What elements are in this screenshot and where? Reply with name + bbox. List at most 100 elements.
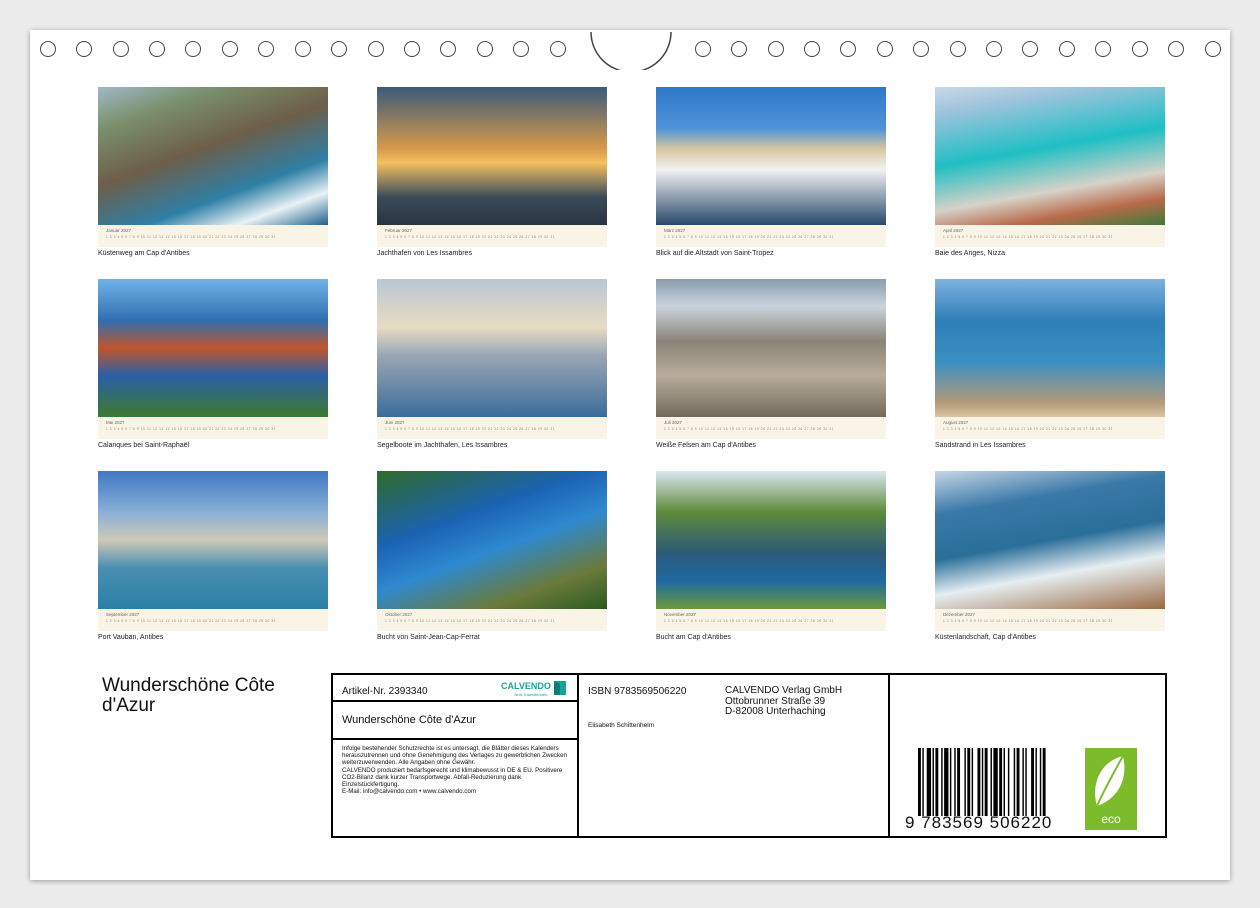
month-tile: Mai 2027 1 2 3 4 5 6 7 8 9 10 11 12 13 14… <box>98 279 328 449</box>
month-caption: Baie des Anges, Nizza <box>935 250 1006 257</box>
binding-ring <box>1132 41 1148 57</box>
binding-ring <box>1095 41 1111 57</box>
month-tile: Oktober 2027 1 2 3 4 5 6 7 8 9 10 11 12 1… <box>377 471 607 641</box>
binding-ring <box>840 41 856 57</box>
binding-ring <box>331 41 347 57</box>
month-days: 1 2 3 4 5 6 7 8 9 10 11 12 13 14 15 16 1… <box>385 427 556 431</box>
month-calendar-strip: April 2027 1 2 3 4 5 6 7 8 9 10 11 12 13 … <box>935 225 1165 247</box>
month-caption: Bucht am Cap d'Antibes <box>656 634 731 641</box>
product-title: Wunderschöne Côte d'Azur <box>342 714 476 726</box>
month-photo <box>935 279 1165 417</box>
month-days: 1 2 3 4 5 6 7 8 9 10 11 12 13 14 15 16 1… <box>943 619 1114 623</box>
month-tile: Januar 2027 1 2 3 4 5 6 7 8 9 10 11 12 13… <box>98 87 328 257</box>
month-name: August 2027 <box>943 420 969 425</box>
binding-ring <box>76 41 92 57</box>
month-name: Juli 2027 <box>664 420 683 425</box>
binding-ring <box>913 41 929 57</box>
binding-ring <box>695 41 711 57</box>
binding-ring <box>222 41 238 57</box>
publisher-address: CALVENDO Verlag GmbH Ottobrunner Straße … <box>725 685 843 717</box>
isbn: ISBN 9783569506220 <box>588 686 687 697</box>
month-calendar-strip: März 2027 1 2 3 4 5 6 7 8 9 10 11 12 13 1… <box>656 225 886 247</box>
month-calendar-strip: September 2027 1 2 3 4 5 6 7 8 9 10 11 12… <box>98 609 328 631</box>
binding-ring <box>768 41 784 57</box>
month-photo <box>656 279 886 417</box>
month-photo <box>935 87 1165 225</box>
binding-ring <box>1059 41 1075 57</box>
month-calendar-strip: Juli 2027 1 2 3 4 5 6 7 8 9 10 11 12 13 1… <box>656 417 886 439</box>
calvendo-logo-text: CALVENDO <box>501 681 551 691</box>
binding-ring <box>149 41 165 57</box>
month-photo <box>377 471 607 609</box>
month-caption: Port Vauban, Antibes <box>98 634 164 641</box>
month-caption: Weiße Felsen am Cap d'Antibes <box>656 442 757 449</box>
month-calendar-strip: November 2027 1 2 3 4 5 6 7 8 9 10 11 12 … <box>656 609 886 631</box>
legal-text: Infolge bestehender Schutzrechte ist es … <box>342 745 567 796</box>
binding-ring <box>1168 41 1184 57</box>
month-caption: Sandstrand in Les Issambres <box>935 442 1026 449</box>
binding-ring <box>877 41 893 57</box>
month-tile: Februar 2027 1 2 3 4 5 6 7 8 9 10 11 12 1… <box>377 87 607 257</box>
month-calendar-strip: Mai 2027 1 2 3 4 5 6 7 8 9 10 11 12 13 14… <box>98 417 328 439</box>
binding-ring <box>113 41 129 57</box>
month-caption: Segelboote im Jachthafen, Les Issambres <box>377 442 508 449</box>
month-name: März 2027 <box>664 228 686 233</box>
month-tile: März 2027 1 2 3 4 5 6 7 8 9 10 11 12 13 1… <box>656 87 886 257</box>
month-photo <box>935 471 1165 609</box>
month-caption: Bucht von Saint-Jean-Cap-Ferrat <box>377 634 480 641</box>
binding-ring <box>804 41 820 57</box>
month-days: 1 2 3 4 5 6 7 8 9 10 11 12 13 14 15 16 1… <box>106 619 277 623</box>
month-calendar-strip: Februar 2027 1 2 3 4 5 6 7 8 9 10 11 12 1… <box>377 225 607 247</box>
calendar-title: Wunderschöne Côte d'Azur <box>102 675 275 716</box>
month-days: 1 2 3 4 5 6 7 8 9 10 11 12 13 14 15 16 1… <box>385 235 556 239</box>
binding-ring <box>986 41 1002 57</box>
binding-ring <box>295 41 311 57</box>
month-days: 1 2 3 4 5 6 7 8 9 10 11 12 13 14 15 16 1… <box>664 619 835 623</box>
barcode <box>918 748 1046 816</box>
month-caption: Küstenlandschaft, Cap d'Antibes <box>935 634 1036 641</box>
binding-ring <box>513 41 529 57</box>
binding-ring <box>950 41 966 57</box>
month-caption: Küstenweg am Cap d'Antibes <box>98 250 190 257</box>
month-photo <box>656 87 886 225</box>
binding-ring <box>731 41 747 57</box>
month-calendar-strip: Dezember 2027 1 2 3 4 5 6 7 8 9 10 11 12 … <box>935 609 1165 631</box>
month-days: 1 2 3 4 5 6 7 8 9 10 11 12 13 14 15 16 1… <box>106 235 277 239</box>
binding-ring <box>368 41 384 57</box>
month-tile: April 2027 1 2 3 4 5 6 7 8 9 10 11 12 13 … <box>935 87 1165 257</box>
binding-ring <box>1205 41 1221 57</box>
month-name: Januar 2027 <box>106 228 132 233</box>
month-name: November 2027 <box>664 612 697 617</box>
month-photo <box>98 87 328 225</box>
month-calendar-strip: Januar 2027 1 2 3 4 5 6 7 8 9 10 11 12 13… <box>98 225 328 247</box>
month-name: Dezember 2027 <box>943 612 976 617</box>
month-caption: Jachthafen von Les Issambres <box>377 250 472 257</box>
month-caption: Calanques bei Saint-Raphaël <box>98 442 190 449</box>
calvendo-logo: CALVENDO Jede Kalenderidee <box>501 681 566 697</box>
author: Elisabeth Schittenhelm <box>588 722 655 729</box>
barcode-number: 9 783569 506220 <box>905 813 1053 832</box>
month-photo <box>377 279 607 417</box>
month-caption: Blick auf die Altstadt von Saint-Tropez <box>656 250 774 257</box>
month-photo <box>656 471 886 609</box>
month-name: September 2027 <box>106 612 140 617</box>
binding-ring <box>440 41 456 57</box>
month-days: 1 2 3 4 5 6 7 8 9 10 11 12 13 14 15 16 1… <box>943 427 1114 431</box>
month-name: Februar 2027 <box>385 228 413 233</box>
binding-ring <box>258 41 274 57</box>
month-days: 1 2 3 4 5 6 7 8 9 10 11 12 13 14 15 16 1… <box>943 235 1114 239</box>
month-photo <box>377 87 607 225</box>
month-days: 1 2 3 4 5 6 7 8 9 10 11 12 13 14 15 16 1… <box>385 619 556 623</box>
month-calendar-strip: Juni 2027 1 2 3 4 5 6 7 8 9 10 11 12 13 1… <box>377 417 607 439</box>
eco-badge: eco <box>1085 748 1137 830</box>
month-days: 1 2 3 4 5 6 7 8 9 10 11 12 13 14 15 16 1… <box>106 427 277 431</box>
binding-ring <box>1022 41 1038 57</box>
leaf-icon: eco <box>1095 755 1125 826</box>
month-tile: Juni 2027 1 2 3 4 5 6 7 8 9 10 11 12 13 1… <box>377 279 607 449</box>
binding-ring <box>404 41 420 57</box>
hanger-cutout <box>590 31 672 70</box>
month-tile: August 2027 1 2 3 4 5 6 7 8 9 10 11 12 13… <box>935 279 1165 449</box>
month-name: April 2027 <box>943 228 964 233</box>
month-tile: Juli 2027 1 2 3 4 5 6 7 8 9 10 11 12 13 1… <box>656 279 886 449</box>
binding-ring <box>477 41 493 57</box>
